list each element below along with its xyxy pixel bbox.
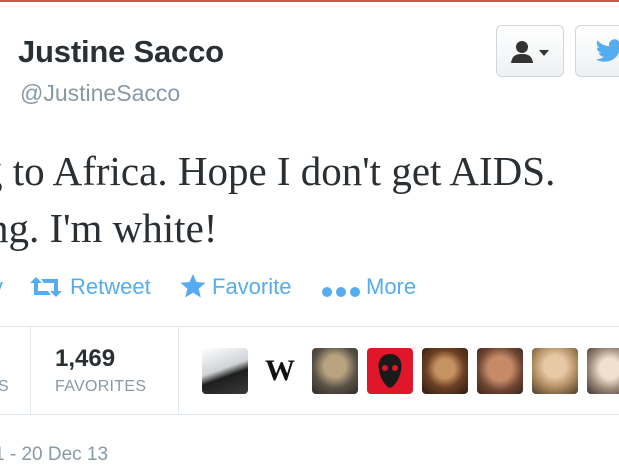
stats-divider-bottom: [0, 414, 619, 415]
avatar-letter: W: [265, 354, 295, 387]
tweet-timestamp[interactable]: 1 - 20 Dec 13: [0, 444, 108, 466]
anonymous-mask-icon: [378, 354, 402, 388]
frame-top-border: [0, 0, 619, 2]
avatar[interactable]: [367, 348, 413, 394]
retweet-icon: [30, 277, 62, 297]
favorites-count[interactable]: 1,469: [55, 345, 115, 373]
reply-action[interactable]: y: [0, 274, 3, 300]
stats-separator: [178, 326, 179, 414]
avatar[interactable]: [477, 348, 523, 394]
favorite-action[interactable]: Favorite: [180, 274, 291, 300]
avatar[interactable]: [312, 348, 358, 394]
twitter-bird-icon: [596, 39, 619, 62]
tweet-text-line-1: g to Africa. Hope I don't get AIDS.: [0, 148, 556, 194]
avatar[interactable]: [202, 348, 248, 394]
display-name[interactable]: Justine Sacco: [18, 34, 224, 70]
more-action[interactable]: More: [322, 274, 416, 300]
tweet-actions: y Retweet Favorite More: [0, 274, 619, 304]
user-handle[interactable]: @JustineSacco: [20, 80, 180, 107]
retweets-label-cut: S: [0, 378, 9, 395]
retweet-label: Retweet: [70, 274, 151, 299]
follow-dropdown-button[interactable]: [496, 25, 564, 77]
user-icon: [511, 41, 533, 63]
more-dots-icon: [322, 287, 360, 297]
favorites-label[interactable]: FAVORITES: [55, 378, 146, 396]
stats-divider-top: [0, 326, 619, 327]
retweet-action[interactable]: Retweet: [28, 274, 151, 300]
reply-label: y: [0, 274, 3, 299]
star-icon: [180, 274, 206, 298]
avatar[interactable]: [422, 348, 468, 394]
avatar[interactable]: [587, 348, 619, 394]
avatar[interactable]: W: [257, 348, 303, 394]
stats-separator: [30, 326, 31, 414]
tweet-text-line-2: ng. I'm white!: [0, 205, 218, 251]
chevron-down-icon: [539, 50, 549, 56]
avatar[interactable]: [532, 348, 578, 394]
twitter-button[interactable]: [575, 25, 619, 77]
favorite-label: Favorite: [212, 274, 292, 299]
more-label: More: [366, 274, 417, 299]
